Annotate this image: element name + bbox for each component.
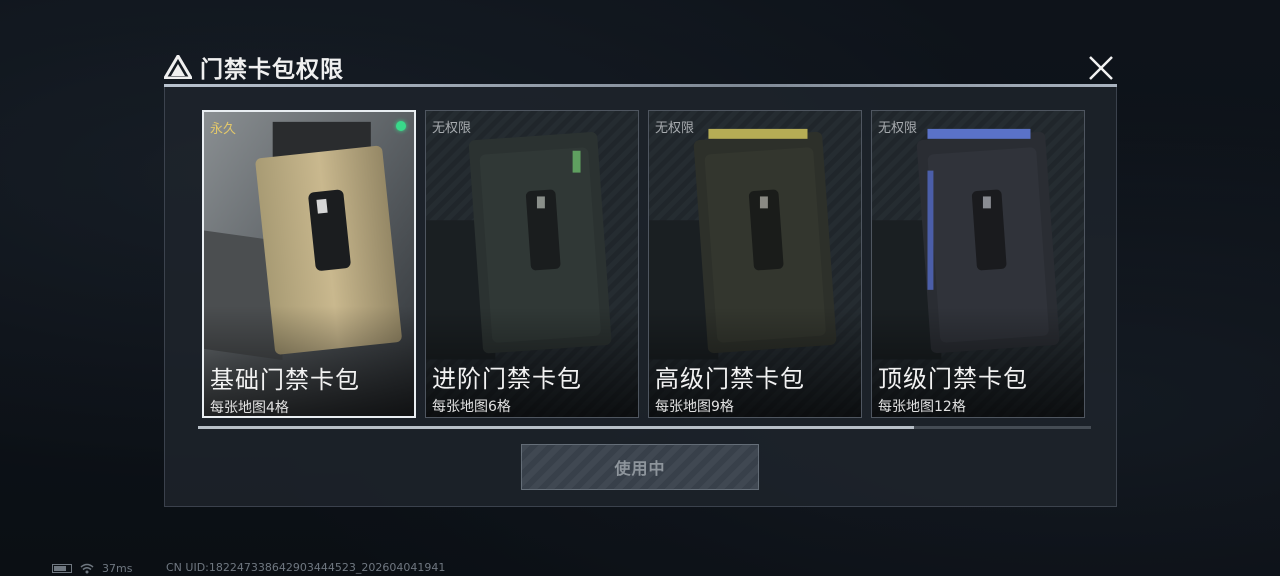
card-description: 每张地图9格 <box>655 399 734 415</box>
card-description: 每张地图6格 <box>432 399 511 415</box>
device-status-bar: 37ms <box>52 561 132 576</box>
battery-icon <box>52 564 72 573</box>
active-indicator-dot <box>396 121 406 131</box>
ping-readout: 37ms <box>102 562 133 575</box>
card-name: 基础门禁卡包 <box>210 366 360 394</box>
dialog-title: 门禁卡包权限 <box>200 57 344 83</box>
user-uid: CN UID:18224733864290344​4523_2026040419… <box>166 561 446 574</box>
close-icon[interactable] <box>1082 52 1118 84</box>
delta-logo-icon <box>164 55 192 79</box>
card-status-label: 无权限 <box>432 121 472 136</box>
card-description: 每张地图12格 <box>878 399 966 415</box>
card-name: 进阶门禁卡包 <box>432 365 582 393</box>
dialog-header: 门禁卡包权限 <box>164 50 344 84</box>
horizontal-scrollbar-thumb[interactable] <box>198 426 914 429</box>
card-basic-access-pack[interactable]: 永久 基础门禁卡包 每张地图4格 <box>202 110 416 418</box>
in-use-button-label: 使用中 <box>614 459 666 478</box>
card-description: 每张地图4格 <box>210 400 289 416</box>
card-advanced-access-pack[interactable]: 无权限 进阶门禁卡包 每张地图6格 <box>425 110 639 418</box>
card-status-label: 无权限 <box>878 121 918 136</box>
wifi-icon <box>80 563 94 574</box>
card-status-label: 无权限 <box>655 121 695 136</box>
card-name: 顶级门禁卡包 <box>878 365 1028 393</box>
card-senior-access-pack[interactable]: 无权限 高级门禁卡包 每张地图9格 <box>648 110 862 418</box>
card-top-access-pack[interactable]: 无权限 顶级门禁卡包 每张地图12格 <box>871 110 1085 418</box>
panel-top-divider <box>164 84 1117 87</box>
card-name: 高级门禁卡包 <box>655 365 805 393</box>
in-use-button[interactable]: 使用中 <box>521 444 759 490</box>
card-status-label: 永久 <box>210 122 237 137</box>
